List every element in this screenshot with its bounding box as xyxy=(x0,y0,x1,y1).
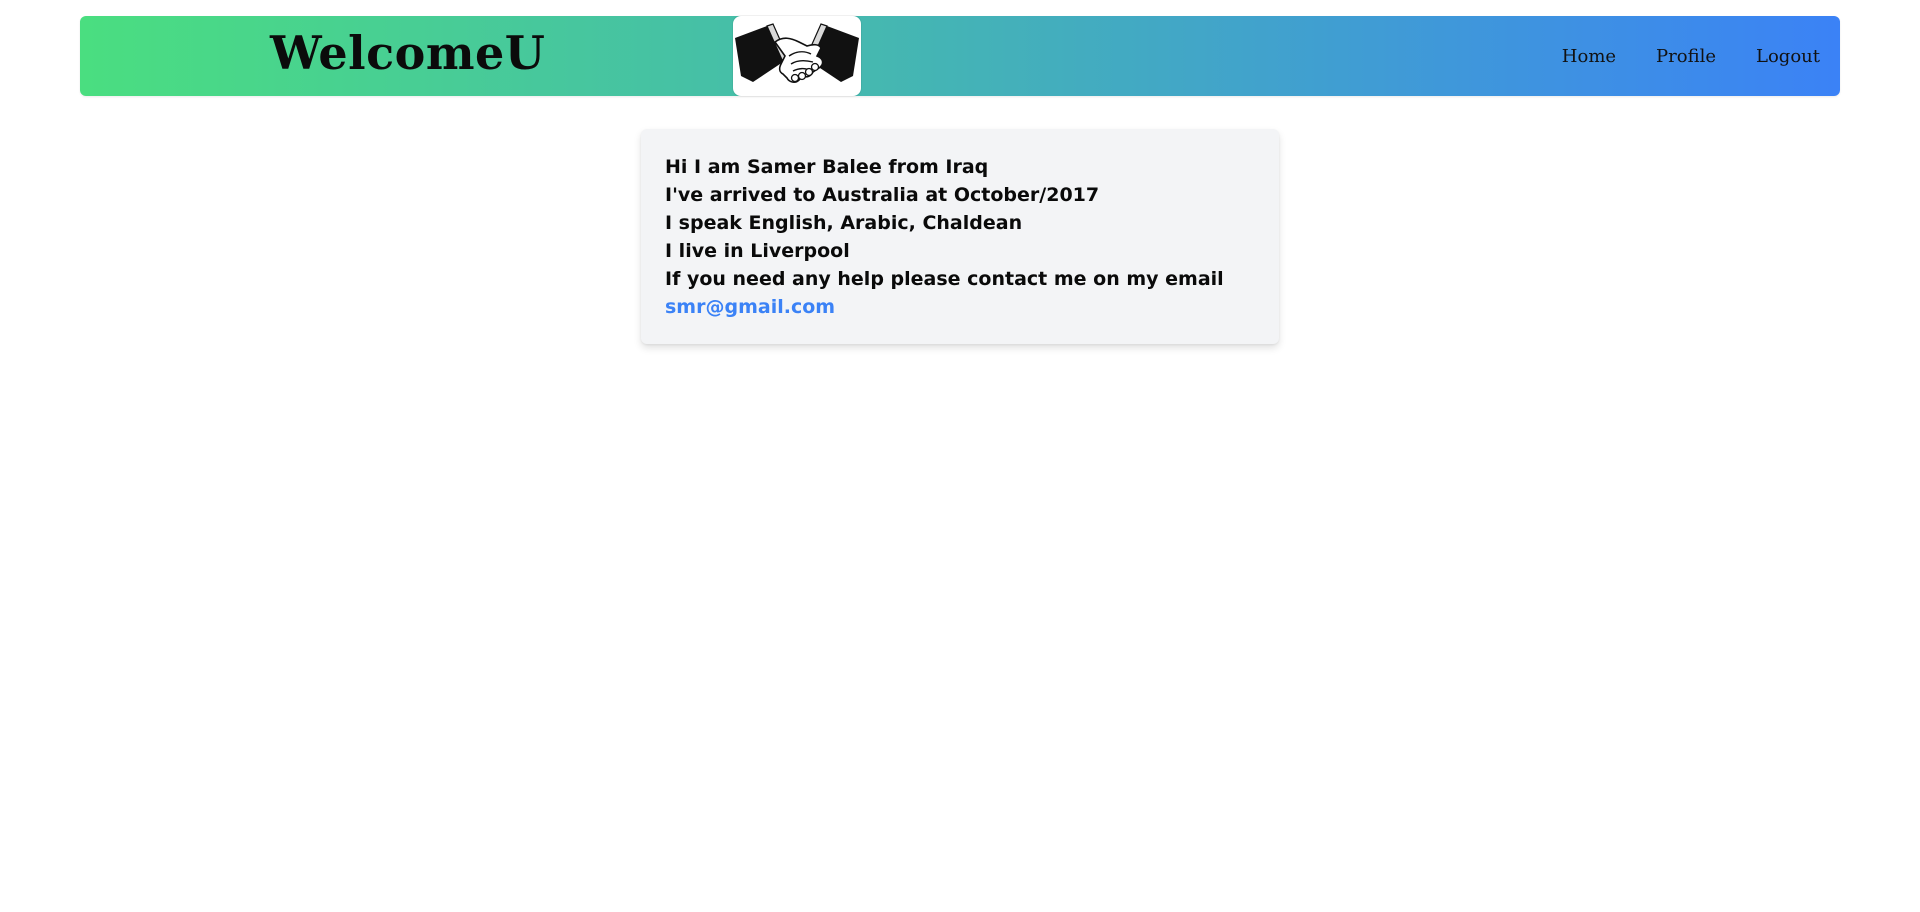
nav-profile-link[interactable]: Profile xyxy=(1656,46,1716,67)
languages-line: I speak English, Arabic, Chaldean xyxy=(665,212,1023,234)
location-line: I live in Liverpool xyxy=(665,240,850,262)
nav-logout-link[interactable]: Logout xyxy=(1756,46,1820,67)
email-link[interactable]: smr@gmail.com xyxy=(665,293,835,321)
brand-title[interactable]: WelcomeU xyxy=(270,24,545,84)
profile-card: Hi I am Samer Balee from Iraq I've arriv… xyxy=(641,129,1279,344)
nav-home-link[interactable]: Home xyxy=(1562,46,1616,67)
handshake-icon xyxy=(735,23,859,83)
logo[interactable] xyxy=(733,16,861,96)
navbar: WelcomeU Home Profile Logout xyxy=(80,16,1840,96)
nav-links: Home Profile Logout xyxy=(1562,16,1820,96)
arrival-line: I've arrived to Australia at October/201… xyxy=(665,184,1100,206)
intro-line: Hi I am Samer Balee from Iraq xyxy=(665,156,989,178)
contact-line: If you need any help please contact me o… xyxy=(665,268,1224,290)
